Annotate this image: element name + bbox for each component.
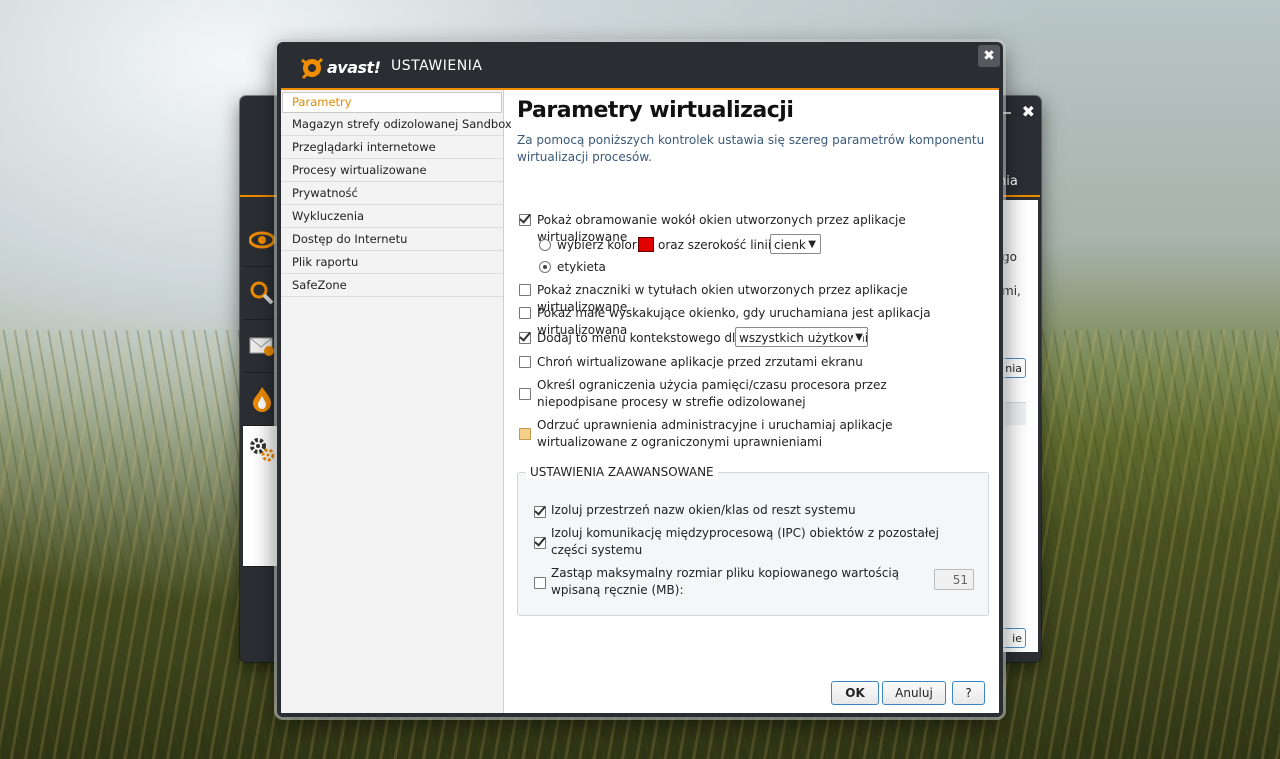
sidebar-item-browsers[interactable]: Przeglądarki internetowe [281,136,503,159]
sidebar-item-internet-access[interactable]: Dostęp do Internetu [281,228,503,251]
gears-icon [250,438,275,462]
help-button[interactable]: ? [952,681,985,705]
line-width-value: cienk [774,238,806,252]
sidebar-item-safezone[interactable]: SafeZone [281,274,503,297]
sidebar-item-virtualized-processes[interactable]: Procesy wirtualizowane [281,159,503,182]
choose-color-radio[interactable] [539,239,551,251]
avast-logo: avast! [299,54,381,80]
nav-firewall[interactable] [243,373,281,426]
isolate-ipc-label: Izoluj komunikację międzyprocesową (IPC)… [551,526,939,557]
cancel-button[interactable]: Anuluj [882,681,946,705]
line-width-label: oraz szerokość linii [658,238,772,252]
accent-line [1000,195,1040,197]
max-file-size-input[interactable]: 51 [934,569,974,590]
chevron-down-icon: ▼ [808,239,816,250]
label-option-label: etykieta [557,260,606,274]
flame-icon [253,387,271,412]
sidebar-item-parametry[interactable]: Parametry [282,92,502,113]
context-menu-select[interactable]: wszystkich użytkowni ▼ [735,327,868,347]
nav-mail[interactable] [243,320,281,373]
sidebar-item-privacy[interactable]: Prywatność [281,182,503,205]
max-file-size-checkbox[interactable] [534,577,546,589]
resource-limits-checkbox[interactable] [519,388,531,400]
nav-scan[interactable] [243,267,281,320]
envelope-icon [249,337,274,356]
list-header [1000,402,1026,425]
color-swatch[interactable] [638,237,654,252]
isolate-namespace-checkbox[interactable] [534,506,546,518]
eye-icon [249,231,275,249]
sidebar-item-sandbox-storage[interactable]: Magazyn strefy odizolowanej Sandbox [281,113,512,136]
choose-color-label: wybierz kolor [557,238,637,252]
ok-button[interactable]: OK [831,681,879,705]
isolate-namespace-label: Izoluj przestrzeń nazw okien/klas od res… [551,503,856,517]
popup-checkbox[interactable] [519,307,531,319]
label-radio[interactable] [539,261,551,273]
nav-summary[interactable] [243,214,281,267]
magnifier-icon [250,281,274,305]
screenshot-protection-label: Chroń wirtualizowane aplikacje przed zrz… [537,355,863,369]
drop-admin-rights-label: Odrzuć uprawnienia administracyjne i uru… [537,418,893,449]
page-description: Za pomocą poniższych kontrolek ustawia s… [517,133,985,164]
settings-dialog: avast! USTAWIENIA ✖ Parametry Magazyn st… [277,42,1003,717]
sidebar-item-report-file[interactable]: Plik raportu [281,251,503,274]
drop-admin-rights-checkbox[interactable] [519,428,531,440]
screenshot-protection-checkbox[interactable] [519,356,531,368]
sidebar-item-exclusions[interactable]: Wykluczenia [281,205,503,228]
dialog-title: USTAWIENIA [391,58,483,74]
dialog-titlebar[interactable]: avast! USTAWIENIA ✖ [277,42,1003,88]
context-menu-checkbox[interactable] [519,332,531,344]
close-icon[interactable]: ✖ [1022,102,1035,121]
nav-settings[interactable] [243,426,281,567]
context-menu-label: Dodaj to menu kontekstowego dla: [537,331,747,345]
brand-name: avast! [327,57,381,77]
resource-limits-label: Określ ograniczenia użycia pamięci/czasu… [537,378,887,409]
text-fragment: mi, [1002,284,1021,298]
dialog-body: Parametry Magazyn strefy odizolowanej Sa… [281,90,999,713]
main-nav [243,214,281,567]
settings-sidebar: Parametry Magazyn strefy odizolowanej Sa… [281,90,512,713]
advanced-settings-group: USTAWIENIA ZAAWANSOWANE Izoluj przestrze… [517,465,989,616]
close-button[interactable]: ✖ [978,45,1000,67]
avast-logo-icon [301,57,324,80]
context-menu-value: wszystkich użytkowni [739,331,868,345]
page-title: Parametry wirtualizacji [517,98,794,123]
accent-line [240,195,280,197]
max-file-size-label: Zastąp maksymalny rozmiar pliku kopiowan… [551,566,900,597]
isolate-ipc-checkbox[interactable] [534,537,546,549]
line-width-select[interactable]: cienk ▼ [770,234,821,254]
main-content-panel [1000,200,1038,652]
show-border-checkbox[interactable] [519,214,531,226]
advanced-settings-legend: USTAWIENIA ZAAWANSOWANE [526,465,718,479]
settings-content: Parametry wirtualizacji Za pomocą poniżs… [517,98,989,658]
chevron-down-icon: ▼ [853,328,863,346]
title-markers-checkbox[interactable] [519,284,531,296]
text-fragment: go [1002,250,1017,264]
